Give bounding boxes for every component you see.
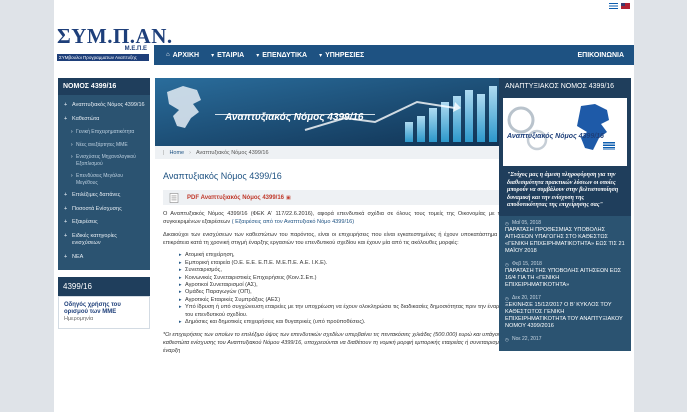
sidebar-item-special-categories[interactable]: Ειδικές κατηγορίες ενισχύσεων xyxy=(58,230,150,251)
menu-icon: ▾ xyxy=(211,52,215,59)
main-navigation: ⌂ ΑΡΧΙΚΗ ▾ ΕΤΑΙΡΙΑ ▾ ΕΠΕΝΔΥΤΙΚΑ ▾ ΥΠΗΡΕΣ… xyxy=(154,45,634,65)
left-box: Οδηγός χρήσης του ορισμού των ΜΜΕ Ημερομ… xyxy=(58,296,150,329)
home-icon: ⌂ xyxy=(166,52,170,58)
left-sidebar-menu: Αναπτυξιακός Νόμος 4399/16 Καθεστώτα Γεν… xyxy=(58,95,150,270)
news-title[interactable]: ΠΑΡΑΤΑΣΗ ΤΗΣ ΥΠΟΒΟΛΗΣ ΑΙΤΗΣΕΩΝ ΕΩΣ 16/4 … xyxy=(505,268,625,289)
news-item[interactable]: Φεβ 15, 2018 ΠΑΡΑΤΑΣΗ ΤΗΣ ΥΠΟΒΟΛΗΣ ΑΙΤΗΣ… xyxy=(505,261,625,289)
beneficiaries-paragraph: Δικαιούχοι των ενισχύσεων των καθεστώτων… xyxy=(163,232,535,246)
news-date: Δεκ 20, 2017 xyxy=(505,295,625,302)
right-sidebar-title: ΑΝΑΠΤΥΞΙΑΚΟΣ ΝΟΜΟΣ 4399/16 xyxy=(499,78,631,95)
sidebar-item-eligible-costs[interactable]: Επιλέξιμες δαπάνες xyxy=(58,189,150,203)
sidebar-item-news[interactable]: ΝΕΑ xyxy=(58,251,150,265)
language-switcher xyxy=(609,3,630,9)
left-box-item-title[interactable]: Οδηγός χρήσης του ορισμού των ΜΜΕ xyxy=(64,302,144,316)
nav-services[interactable]: ▾ ΥΠΗΡΕΣΙΕΣ xyxy=(319,52,364,59)
news-date: Μαΐ 05, 2018 xyxy=(505,220,625,227)
sidebar-item-new-sme[interactable]: Νέες ανεξάρτητες ΜΜΕ xyxy=(58,139,150,152)
sidebar-item-law[interactable]: Αναπτυξιακός Νόμος 4399/16 xyxy=(58,99,150,113)
pdf-file-icon: ▣ xyxy=(286,194,291,201)
news-item[interactable]: Μαΐ 05, 2018 ΠΑΡΑΤΑΣΗ ΠΡΟΘΕΣΜΙΑΣ ΥΠΟΒΟΛΗ… xyxy=(505,220,625,255)
list-item: Δημόσιες και δημοτικές επιχειρήσεις και … xyxy=(179,319,535,327)
list-item: Κοινωνικές Συνεταιριστικές Επιχειρήσεις … xyxy=(179,275,535,283)
breadcrumb-separator: › xyxy=(189,149,191,156)
nav-home-label: ΑΡΧΙΚΗ xyxy=(172,51,200,59)
english-flag-icon[interactable] xyxy=(621,3,630,9)
list-item: Συνεταιρισμός, xyxy=(179,267,535,275)
sidebar-item-large-investments[interactable]: Επενδύσεις Μεγάλου Μεγέθους xyxy=(58,170,150,189)
sidebar-item-schemes[interactable]: Καθεστώτα xyxy=(58,113,150,127)
banner-image: Αναπτυξιακός Νόμος 4399/16 xyxy=(155,78,543,146)
main-content: Αναπτυξιακός Νόμος 4399/16 | Home › Αναπ… xyxy=(155,78,543,355)
logo-main-text: ΣΥΜ.Π.ΑΝ. xyxy=(57,24,173,48)
legal-forms-list: Ατομική επιχείρηση, Εμπορική εταιρεία (Ο… xyxy=(179,252,535,326)
news-list: Μαΐ 05, 2018 ΠΑΡΑΤΑΣΗ ΠΡΟΘΕΣΜΙΑΣ ΥΠΟΒΟΛΗ… xyxy=(499,215,631,351)
list-item: Υπό ίδρυση ή υπό συγχώνευση εταιρείες με… xyxy=(179,304,535,319)
promo-text: Αναπτυξιακός Νόμος 4399/16 xyxy=(506,133,604,140)
exceptions-link[interactable]: ( Εξαιρέσεις από τον Αναπτυξιακό Νόμο 43… xyxy=(232,219,354,225)
nav-company-label: ΕΤΑΙΡΙΑ xyxy=(217,51,245,59)
promo-block: Αναπτυξιακός Νόμος 4399/16 "Στόχος μας η… xyxy=(499,95,631,216)
news-item[interactable]: Νοε 22, 2017 xyxy=(505,336,625,343)
page: ΣΥΜ.Π.ΑΝ. Μ.Ε.Π.Ε ΣΥΜβουλοι Προγραμματων… xyxy=(54,0,634,412)
nav-investment-label: ΕΠΕΝΔΥΤΙΚΑ xyxy=(262,51,308,59)
sidebar-item-general-entrepreneurship[interactable]: Γενική Επιχειρηματικότητα xyxy=(58,126,150,139)
left-sidebar-title: ΝΟΜΟΣ 4399/16 xyxy=(58,78,150,95)
list-item: Ομάδες Παραγωγών (ΟΠ), xyxy=(179,289,535,297)
sidebar-item-equipment[interactable]: Ενισχύσεις Μηχανολογικού Εξοπλισμού xyxy=(58,151,150,170)
news-title[interactable]: ΞΕΚΙΝΗΣΕ 15/12/2017 Ο Β' ΚΥΚΛΟΣ ΤΟΥ ΚΑΘΕ… xyxy=(505,302,625,330)
document-icon xyxy=(169,192,179,203)
footnote: *Οι επιχειρήσεις των οποίων το επιλέξιμο… xyxy=(163,332,528,354)
promo-quote: "Στόχος μας η άμεση πληροφόρηση για την … xyxy=(507,172,619,208)
menu-icon: ▾ xyxy=(256,52,260,59)
logo-tagline: ΣΥΜβουλοι Προγραμματων Αναπτυξης xyxy=(57,54,149,61)
news-title[interactable]: ΠΑΡΑΤΑΣΗ ΠΡΟΘΕΣΜΙΑΣ ΥΠΟΒΟΛΗΣ ΑΙΤΗΣΕΩΝ ΥΠ… xyxy=(505,227,625,255)
sidebar-item-aid-rates[interactable]: Ποσοστά Ενίσχυσης xyxy=(58,203,150,217)
nav-home[interactable]: ⌂ ΑΡΧΙΚΗ xyxy=(166,52,199,59)
left-box-item-date: Ημερομηνία xyxy=(64,316,94,322)
nav-company[interactable]: ▾ ΕΤΑΙΡΙΑ xyxy=(211,52,244,59)
right-sidebar: ΑΝΑΠΤΥΞΙΑΚΟΣ ΝΟΜΟΣ 4399/16 Αναπτυξιακός … xyxy=(499,78,631,351)
banner-title: Αναπτυξιακός Νόμος 4399/16 xyxy=(224,112,364,123)
pdf-download-bar: PDF Αναπτυξιακός Νόμος 4399/16 ▣ ⚙▾ xyxy=(163,190,535,205)
breadcrumb-home[interactable]: Home xyxy=(169,150,184,156)
site-logo[interactable]: ΣΥΜ.Π.ΑΝ. Μ.Ε.Π.Ε ΣΥΜβουλοι Προγραμματων… xyxy=(57,24,173,61)
sidebar-item-exceptions[interactable]: Εξαιρέσεις xyxy=(58,216,150,230)
nav-contact[interactable]: ΕΠΙΚΟΙΝΩΝΙΑ xyxy=(577,52,624,59)
page-title: Αναπτυξιακός Νόμος 4399/16 xyxy=(163,171,282,181)
greek-flag-icon[interactable] xyxy=(609,3,618,9)
nav-investment[interactable]: ▾ ΕΠΕΝΔΥΤΙΚΑ xyxy=(256,52,307,59)
promo-image[interactable]: Αναπτυξιακός Νόμος 4399/16 xyxy=(503,98,627,166)
menu-icon: ▾ xyxy=(319,52,323,59)
intro-paragraph: Ο Αναπτυξιακός Νόμος 4399/16 (ΦΕΚ Α' 117… xyxy=(163,211,535,226)
nav-services-label: ΥΠΗΡΕΣΙΕΣ xyxy=(325,51,365,59)
breadcrumb-separator: | xyxy=(163,149,165,156)
news-date: Νοε 22, 2017 xyxy=(505,336,625,343)
left-box-title: 4399/16 xyxy=(58,277,150,296)
news-date: Φεβ 15, 2018 xyxy=(505,261,625,268)
news-item[interactable]: Δεκ 20, 2017 ΞΕΚΙΝΗΣΕ 15/12/2017 Ο Β' ΚΥ… xyxy=(505,295,625,330)
article: Αναπτυξιακός Νόμος 4399/16 PDF Αναπτυξια… xyxy=(155,171,543,355)
list-item: Εμπορική εταιρεία (Ο.Ε. Ε.Ε. Ε.Π.Ε. Μ.Ε.… xyxy=(179,260,535,268)
list-item: Ατομική επιχείρηση, xyxy=(179,252,535,260)
pdf-download-link[interactable]: PDF Αναπτυξιακός Νόμος 4399/16 xyxy=(187,195,284,201)
breadcrumb: | Home › Αναπτυξιακός Νόμος 4399/16 xyxy=(155,146,543,159)
breadcrumb-current: Αναπτυξιακός Νόμος 4399/16 xyxy=(195,149,269,156)
nav-contact-label: ΕΠΙΚΟΙΝΩΝΙΑ xyxy=(577,51,624,59)
left-sidebar: ΝΟΜΟΣ 4399/16 Αναπτυξιακός Νόμος 4399/16… xyxy=(58,78,150,329)
